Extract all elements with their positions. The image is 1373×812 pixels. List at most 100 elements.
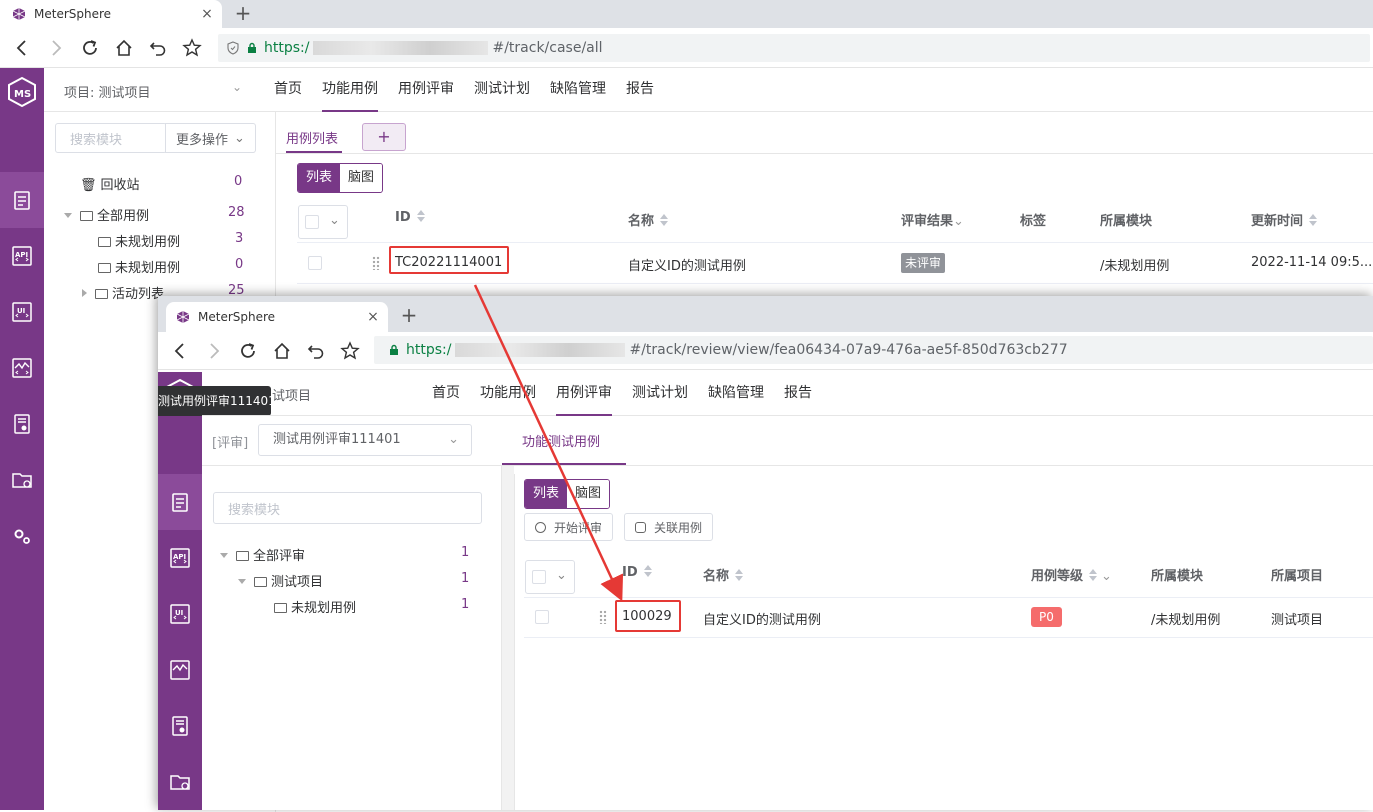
tab-functional-cases[interactable]: 功能测试用例 xyxy=(522,431,600,450)
select-all-dropdown[interactable]: ⌄ xyxy=(298,205,348,239)
col-level[interactable]: 用例等级 ⌄ xyxy=(1031,565,1112,584)
sort-icon[interactable] xyxy=(735,569,744,581)
view-mind-button[interactable]: 脑图 xyxy=(567,480,610,508)
menu-track-case[interactable]: 功能用例 xyxy=(480,372,536,416)
row-checkbox[interactable] xyxy=(535,610,549,624)
browser-tab[interactable]: MeterSphere × xyxy=(0,0,222,28)
rail-api-icon[interactable]: API xyxy=(0,228,44,284)
back-icon[interactable] xyxy=(168,339,192,363)
row-checkbox[interactable] xyxy=(308,256,322,270)
menu-track-case[interactable]: 功能用例 xyxy=(322,68,378,112)
module-search-input[interactable]: 搜索模块 xyxy=(55,123,167,153)
col-id[interactable]: ID xyxy=(622,565,652,580)
rail-api-icon[interactable]: API xyxy=(158,530,202,586)
menu-issue[interactable]: 缺陷管理 xyxy=(708,372,764,416)
col-id[interactable]: ID xyxy=(395,210,425,225)
rail-project-icon[interactable] xyxy=(0,452,44,508)
view-list-button[interactable]: 列表 xyxy=(525,480,568,508)
caret-down-icon[interactable] xyxy=(238,579,246,584)
address-bar[interactable]: https:/ #/track/review/view/fea06434-07a… xyxy=(374,336,1373,364)
view-list-button[interactable]: 列表 xyxy=(298,164,341,192)
new-tab-button[interactable]: + xyxy=(232,2,254,24)
col-name[interactable]: 名称 xyxy=(703,565,744,584)
module-search-input[interactable]: 搜索模块 xyxy=(213,492,482,524)
add-tab-button[interactable]: + xyxy=(362,123,406,151)
rail-track-icon[interactable] xyxy=(0,172,44,228)
tab-close-icon[interactable]: × xyxy=(364,309,382,325)
menu-plan[interactable]: 测试计划 xyxy=(632,372,688,416)
tree-item-unplanned[interactable]: 未规划用例 xyxy=(274,597,356,616)
tree-item-all-reviews[interactable]: 全部评审 xyxy=(220,545,305,564)
tree-item-all-cases[interactable]: 全部用例 xyxy=(64,205,149,224)
sort-icon[interactable] xyxy=(1309,214,1318,226)
tree-item-test-project[interactable]: 测试项目 xyxy=(238,571,323,590)
bookmark-star-icon[interactable] xyxy=(338,339,362,363)
rail-project-icon[interactable] xyxy=(158,754,202,810)
col-review-result[interactable]: 评审结果⌄ xyxy=(901,210,964,229)
rail-performance-icon[interactable] xyxy=(0,340,44,396)
case-name[interactable]: 自定义ID的测试用例 xyxy=(628,255,746,274)
chevron-down-icon[interactable]: ⌄ xyxy=(556,568,567,583)
tab-case-list[interactable]: 用例列表 xyxy=(286,128,338,147)
rail-settings-icon[interactable] xyxy=(0,508,44,564)
undo-icon[interactable] xyxy=(146,36,170,60)
chevron-down-icon[interactable]: ⌄ xyxy=(329,213,340,228)
chevron-down-icon[interactable]: ⌄ xyxy=(1101,569,1112,584)
rail-ui-icon[interactable]: UI xyxy=(158,586,202,642)
menu-report[interactable]: 报告 xyxy=(626,68,654,112)
forward-icon[interactable] xyxy=(44,36,68,60)
undo-icon[interactable] xyxy=(304,339,328,363)
caret-right-icon[interactable] xyxy=(82,289,87,297)
browser-tab[interactable]: MeterSphere × xyxy=(166,302,388,332)
address-bar[interactable]: https:/ #/track/case/all xyxy=(218,34,1370,62)
sort-icon[interactable] xyxy=(1089,569,1098,581)
select-all-checkbox[interactable] xyxy=(305,215,319,229)
reload-icon[interactable] xyxy=(78,36,102,60)
tab-close-icon[interactable]: × xyxy=(198,6,216,22)
menu-plan[interactable]: 测试计划 xyxy=(474,68,530,112)
sort-icon[interactable] xyxy=(416,210,425,222)
drag-handle-icon[interactable] xyxy=(372,256,380,270)
view-mind-button[interactable]: 脑图 xyxy=(340,164,383,192)
menu-review[interactable]: 用例评审 xyxy=(556,372,612,416)
reload-icon[interactable] xyxy=(236,339,260,363)
chevron-down-icon[interactable]: ⌄ xyxy=(953,214,964,229)
select-all-checkbox[interactable] xyxy=(532,570,546,584)
tree-item-activity[interactable]: 活动列表 xyxy=(82,283,164,302)
sort-icon[interactable] xyxy=(643,565,652,577)
select-all-dropdown[interactable]: ⌄ xyxy=(525,560,575,594)
menu-home[interactable]: 首页 xyxy=(432,372,460,416)
tree-item-unplanned-2[interactable]: 未规划用例 xyxy=(98,257,180,276)
col-updated[interactable]: 更新时间 xyxy=(1251,210,1318,229)
caret-down-icon[interactable] xyxy=(220,553,228,558)
case-name[interactable]: 自定义ID的测试用例 xyxy=(703,609,821,628)
col-name[interactable]: 名称 xyxy=(628,210,669,229)
link-cases-button[interactable]: 关联用例 xyxy=(624,513,714,541)
menu-issue[interactable]: 缺陷管理 xyxy=(550,68,606,112)
review-select[interactable]: 测试用例评审111401 ⌄ xyxy=(258,424,472,456)
tree-item-trash[interactable]: 🗑 回收站 xyxy=(80,174,140,193)
tree-item-unplanned[interactable]: 未规划用例 xyxy=(98,231,180,250)
menu-report[interactable]: 报告 xyxy=(784,372,812,416)
menu-review[interactable]: 用例评审 xyxy=(398,68,454,112)
caret-down-icon[interactable] xyxy=(64,213,72,218)
project-selector[interactable]: 试项目 xyxy=(272,385,311,404)
home-icon[interactable] xyxy=(270,339,294,363)
new-tab-button[interactable]: + xyxy=(398,304,420,326)
sort-icon[interactable] xyxy=(660,214,669,226)
bookmark-star-icon[interactable] xyxy=(180,36,204,60)
rail-report-icon[interactable] xyxy=(0,396,44,452)
home-icon[interactable] xyxy=(112,36,136,60)
back-icon[interactable] xyxy=(10,36,34,60)
rail-track-icon[interactable] xyxy=(158,474,202,530)
forward-icon[interactable] xyxy=(202,339,226,363)
menu-home[interactable]: 首页 xyxy=(274,68,302,112)
start-review-button[interactable]: 开始评审 xyxy=(524,513,614,541)
drag-handle-icon[interactable] xyxy=(599,610,607,624)
rail-ui-icon[interactable]: UI xyxy=(0,284,44,340)
more-ops-dropdown[interactable]: 更多操作 ⌄ xyxy=(165,123,256,153)
rail-report-icon[interactable] xyxy=(158,698,202,754)
chevron-down-icon[interactable]: ⌄ xyxy=(232,80,242,94)
project-selector[interactable]: 项目: 测试项目 xyxy=(64,82,151,101)
rail-performance-icon[interactable] xyxy=(158,642,202,698)
